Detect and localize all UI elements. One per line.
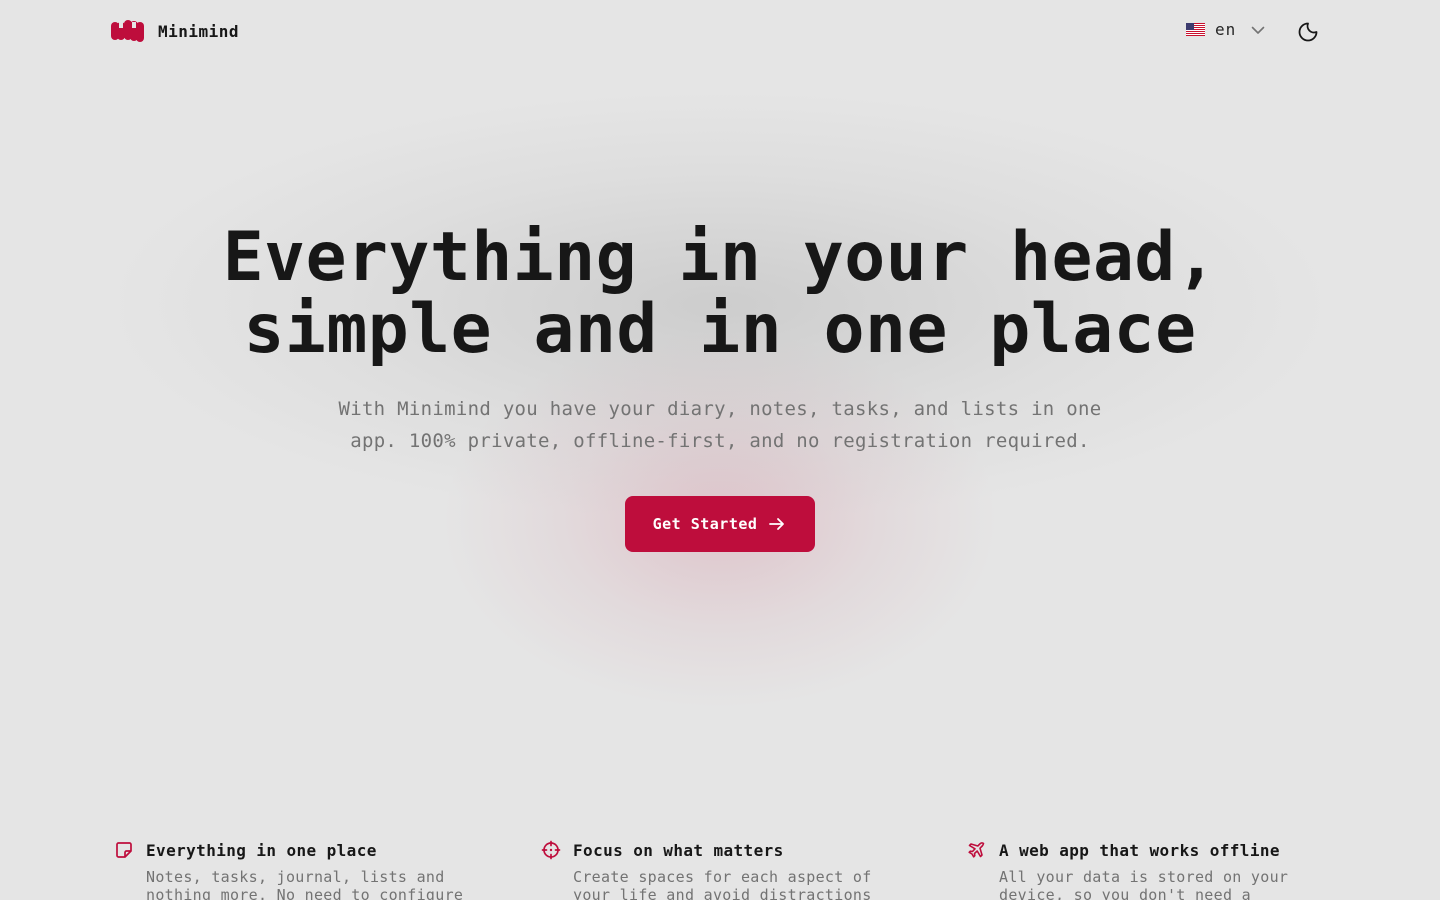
brand-link[interactable]: Minimind: [111, 20, 239, 42]
language-code: en: [1215, 20, 1237, 39]
brand-name: Minimind: [158, 21, 240, 41]
plane-icon: [968, 842, 985, 858]
crosshair-icon: [541, 840, 561, 860]
feature-description: Create spaces for each aspect of your li…: [573, 868, 901, 900]
feature-description: All your data is stored on your device, …: [999, 868, 1327, 900]
chevron-down-icon: [1251, 26, 1265, 34]
feature-title: Focus on what matters: [573, 840, 784, 860]
feature-description-line: All your data is stored on your: [999, 868, 1289, 886]
landing-page: Minimind en Everything in your head, sim…: [0, 0, 1440, 900]
feature-works-offline: A web app that works offline All your da…: [967, 840, 1327, 900]
feature-description-line: Create spaces for each aspect of: [573, 868, 872, 886]
feature-title: A web app that works offline: [999, 840, 1280, 860]
feature-description: Notes, tasks, journal, lists and nothing…: [146, 868, 474, 900]
site-header: Minimind en: [0, 0, 1440, 64]
get-started-label: Get Started: [652, 515, 758, 533]
sticky-note-icon: [116, 842, 132, 858]
feature-title: Everything in one place: [146, 840, 377, 860]
feature-description-line: nothing more. No need to configure: [146, 886, 464, 900]
us-flag-icon: [1186, 23, 1205, 36]
arrow-right-icon: [769, 518, 785, 530]
hero-title-line: simple and in one place: [243, 290, 1197, 369]
feature-description-line: Notes, tasks, journal, lists and: [146, 868, 445, 886]
language-selector[interactable]: en: [1186, 20, 1266, 39]
feature-description-line: your life and avoid distractions: [573, 886, 872, 900]
hero-subtitle: With Minimind you have your diary, notes…: [320, 393, 1120, 457]
feature-focus-on-what-matters: Focus on what matters Create spaces for …: [541, 840, 901, 900]
hero-title-line: Everything in your head,: [222, 218, 1218, 297]
get-started-button[interactable]: Get Started: [625, 496, 815, 552]
feature-description-line: device, so you don't need a: [999, 886, 1251, 900]
hero-subtitle-line: With Minimind you have your diary, notes…: [338, 398, 1102, 420]
minimind-logo-icon: [111, 20, 144, 42]
feature-everything-in-one-place: Everything in one place Notes, tasks, jo…: [114, 840, 474, 900]
hero-title: Everything in your head, simple and in o…: [0, 222, 1440, 366]
hero-subtitle-line: app. 100% private, offline-first, and no…: [350, 430, 1090, 452]
moon-icon[interactable]: [1297, 21, 1319, 43]
